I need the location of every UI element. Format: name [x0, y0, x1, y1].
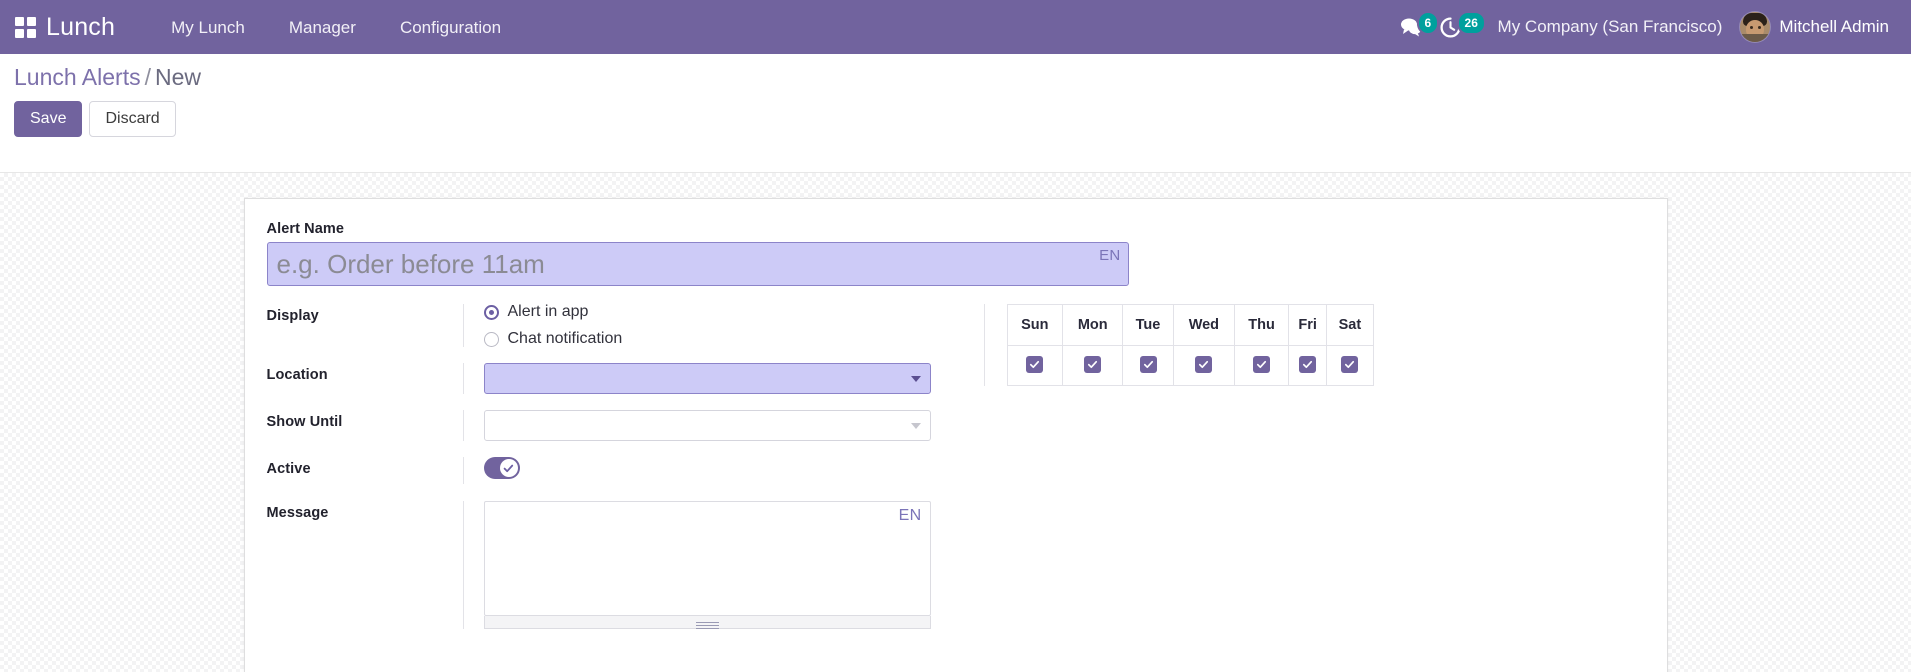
weekdays-header-row: Sun Mon Tue Wed Thu Fri Sat	[1007, 305, 1373, 346]
checkmark-icon	[1029, 359, 1040, 370]
alert-name-field-group: Alert Name EN	[267, 221, 1645, 286]
show-until-field-row: Show Until	[267, 410, 938, 441]
checkmark-icon	[1143, 359, 1154, 370]
weekday-checkbox-fri[interactable]	[1299, 356, 1316, 373]
activities-count-badge: 26	[1457, 11, 1486, 35]
checkmark-icon	[1198, 359, 1209, 370]
activities-button[interactable]: 26	[1431, 0, 1470, 54]
navbar-right-section: 6 26 My Company (San Francisco) Mitchell…	[1391, 0, 1893, 54]
top-navbar: Lunch My Lunch Manager Configuration 6	[0, 0, 1911, 54]
alert-name-input-wrap: EN	[267, 242, 1129, 286]
weekday-checkbox-tue[interactable]	[1140, 356, 1157, 373]
show-until-label: Show Until	[267, 410, 463, 430]
weekday-header-tue: Tue	[1123, 305, 1173, 346]
display-options: Alert in app Chat notification	[463, 304, 938, 347]
apps-grid-icon	[15, 17, 36, 38]
checkmark-icon	[503, 463, 514, 474]
weekday-cell-sat	[1327, 346, 1373, 386]
message-label: Message	[267, 501, 463, 521]
toggle-knob	[500, 459, 518, 477]
message-field-row: Message EN	[267, 501, 938, 629]
breadcrumb-parent-lunch-alerts[interactable]: Lunch Alerts	[14, 64, 141, 90]
radio-unselected-icon	[484, 332, 499, 347]
weekday-cell-tue	[1123, 346, 1173, 386]
menu-item-my-lunch[interactable]: My Lunch	[149, 2, 267, 53]
control-panel: Lunch Alerts/New Save Discard	[0, 54, 1911, 173]
app-brand-lunch[interactable]: Lunch	[46, 15, 115, 40]
form-column-right: Sun Mon Tue Wed Thu Fri Sat	[956, 304, 1645, 386]
show-until-control	[463, 410, 938, 441]
weekday-cell-thu	[1235, 346, 1289, 386]
weekday-checkbox-wed[interactable]	[1195, 356, 1212, 373]
show-until-select[interactable]	[484, 410, 931, 441]
save-button[interactable]: Save	[14, 101, 82, 137]
weekday-header-mon: Mon	[1063, 305, 1123, 346]
breadcrumb: Lunch Alerts/New	[14, 64, 1897, 92]
active-control	[463, 457, 938, 484]
weekday-header-fri: Fri	[1289, 305, 1327, 346]
form-sheet: Alert Name EN Display Alert in app	[244, 198, 1668, 672]
weekday-cell-mon	[1063, 346, 1123, 386]
weekday-checkbox-mon[interactable]	[1084, 356, 1101, 373]
radio-chat-notification-label: Chat notification	[508, 331, 623, 347]
discard-button[interactable]: Discard	[89, 101, 175, 137]
form-background: Alert Name EN Display Alert in app	[0, 173, 1911, 672]
display-label: Display	[267, 304, 463, 324]
checkmark-icon	[1256, 359, 1267, 370]
checkmark-icon	[1302, 359, 1313, 370]
resize-grip-icon	[696, 622, 719, 623]
display-field-row: Display Alert in app Chat notification	[267, 304, 938, 347]
weekday-cell-wed	[1173, 346, 1234, 386]
weekdays-control: Sun Mon Tue Wed Thu Fri Sat	[984, 304, 1374, 386]
weekdays-field-row: Sun Mon Tue Wed Thu Fri Sat	[984, 304, 1645, 386]
weekday-checkbox-sat[interactable]	[1341, 356, 1358, 373]
alert-name-input[interactable]	[267, 242, 1129, 286]
radio-alert-in-app-label: Alert in app	[508, 304, 589, 320]
location-control	[463, 363, 938, 394]
user-avatar	[1740, 12, 1770, 42]
user-menu[interactable]: Mitchell Admin	[1740, 12, 1893, 42]
weekdays-table: Sun Mon Tue Wed Thu Fri Sat	[1007, 304, 1374, 386]
weekday-header-thu: Thu	[1235, 305, 1289, 346]
weekday-cell-fri	[1289, 346, 1327, 386]
apps-menu-button[interactable]	[10, 12, 40, 42]
message-control: EN	[463, 501, 938, 629]
radio-alert-in-app[interactable]: Alert in app	[484, 304, 938, 320]
radio-selected-icon	[484, 305, 499, 320]
weekday-header-wed: Wed	[1173, 305, 1234, 346]
chevron-down-icon	[911, 423, 921, 429]
weekday-cell-sun	[1007, 346, 1063, 386]
weekday-checkbox-thu[interactable]	[1253, 356, 1270, 373]
chevron-down-icon	[911, 376, 921, 382]
location-field-row: Location	[267, 363, 938, 394]
main-menu: My Lunch Manager Configuration	[149, 2, 523, 53]
company-switcher[interactable]: My Company (San Francisco)	[1470, 17, 1741, 37]
weekday-header-sun: Sun	[1007, 305, 1063, 346]
breadcrumb-separator: /	[141, 64, 155, 90]
breadcrumb-current-new: New	[155, 64, 201, 90]
form-column-left: Display Alert in app Chat notification	[267, 304, 956, 645]
menu-item-manager[interactable]: Manager	[267, 2, 378, 53]
alert-name-label: Alert Name	[267, 221, 1645, 237]
record-action-buttons: Save Discard	[14, 101, 1897, 137]
menu-item-configuration[interactable]: Configuration	[378, 2, 523, 53]
message-textarea[interactable]	[484, 501, 931, 616]
active-field-row: Active	[267, 457, 938, 485]
form-columns: Display Alert in app Chat notification	[267, 304, 1645, 645]
checkmark-icon	[1087, 359, 1098, 370]
radio-chat-notification[interactable]: Chat notification	[484, 331, 938, 347]
active-toggle[interactable]	[484, 457, 520, 479]
weekday-checkbox-sun[interactable]	[1026, 356, 1043, 373]
weekday-header-sat: Sat	[1327, 305, 1373, 346]
weekdays-checkbox-row	[1007, 346, 1373, 386]
username-label: Mitchell Admin	[1779, 17, 1889, 37]
checkmark-icon	[1344, 359, 1355, 370]
location-label: Location	[267, 363, 463, 383]
message-textarea-wrap: EN	[484, 501, 931, 629]
active-label: Active	[267, 457, 463, 477]
location-select[interactable]	[484, 363, 931, 394]
messages-button[interactable]: 6	[1391, 0, 1431, 54]
message-resize-handle[interactable]	[484, 616, 931, 629]
